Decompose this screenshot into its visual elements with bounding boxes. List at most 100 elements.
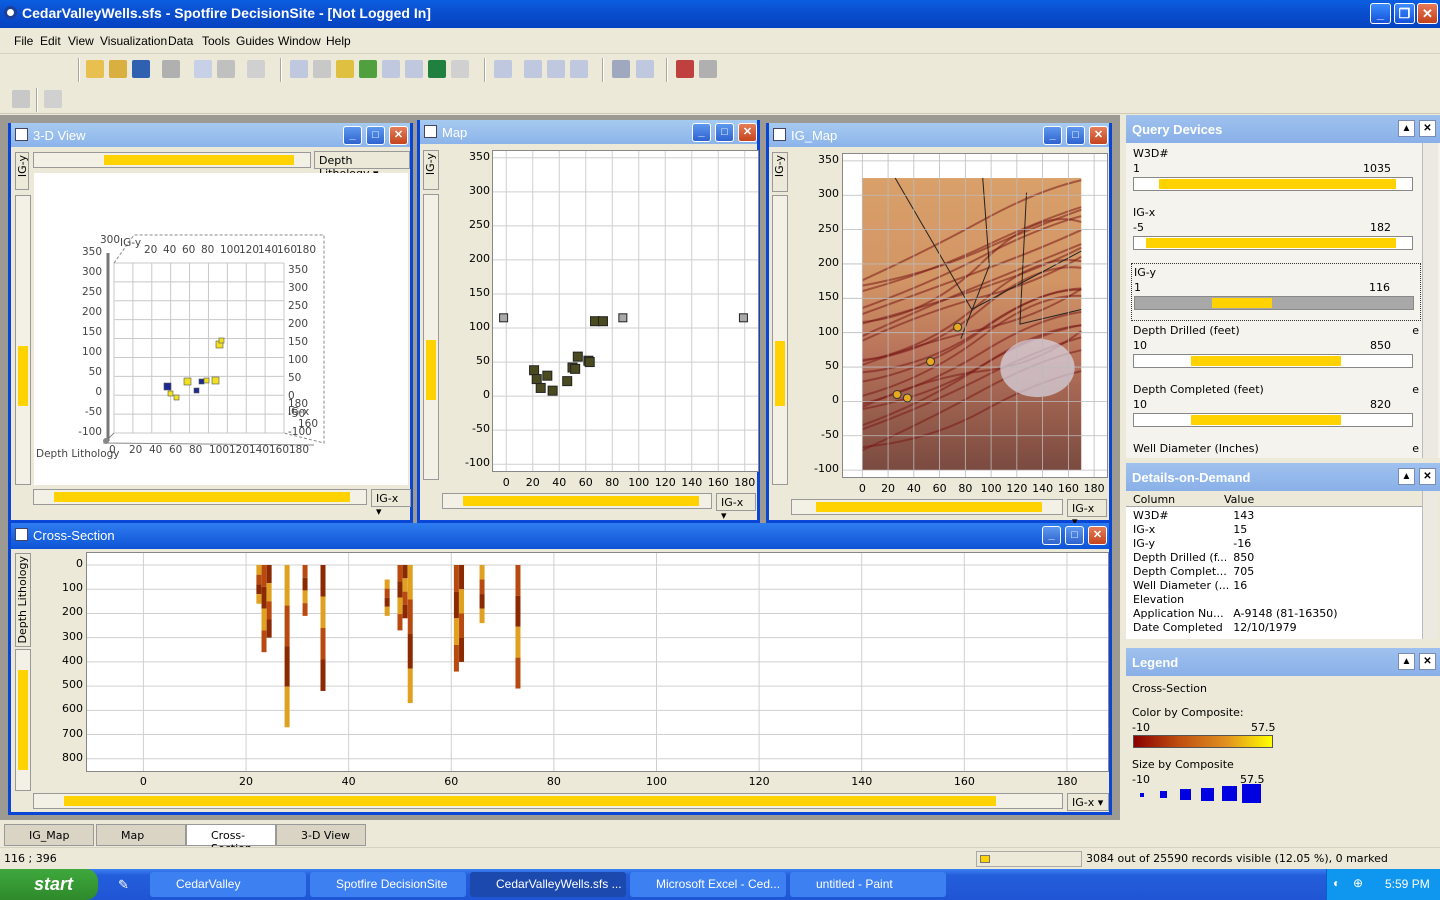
x-slider[interactable]	[33, 489, 367, 505]
col-header-column[interactable]: Column	[1133, 493, 1175, 506]
properties-icon[interactable]	[612, 60, 630, 78]
pie-chart-icon[interactable]	[359, 60, 377, 78]
task-excel[interactable]: Microsoft Excel - Ced...	[630, 872, 786, 897]
line-chart-icon[interactable]	[382, 60, 400, 78]
x-slider[interactable]	[442, 493, 712, 509]
heat-map-icon[interactable]	[428, 60, 446, 78]
range-slider[interactable]	[1133, 413, 1413, 427]
ig-map-plot-area[interactable]	[842, 153, 1108, 478]
y-axis-selector[interactable]: IG-y	[772, 152, 788, 192]
y-axis-selector[interactable]: Depth Lithology	[15, 553, 31, 647]
x-slider[interactable]	[33, 793, 1063, 809]
y-axis-selector[interactable]: IG-y	[15, 152, 29, 190]
cascade-icon[interactable]	[524, 60, 542, 78]
slider-range[interactable]	[64, 796, 996, 806]
y-slider[interactable]	[772, 195, 788, 485]
range-slider[interactable]	[1133, 236, 1413, 250]
slider-range[interactable]	[426, 340, 436, 400]
task-spotfire[interactable]: Spotfire DecisionSite	[310, 872, 466, 897]
home-icon[interactable]	[44, 90, 62, 108]
slider-range[interactable]	[18, 346, 28, 406]
maximize-button[interactable]: □	[1065, 526, 1084, 545]
slider-range[interactable]	[775, 341, 785, 406]
maximize-button[interactable]: □	[715, 123, 734, 142]
task-cedarvalleywells[interactable]: CedarValleyWells.sfs ...	[470, 872, 626, 897]
menu-tools[interactable]: Tools	[202, 34, 230, 48]
tab-map[interactable]: Map	[96, 824, 186, 846]
copy-icon[interactable]	[194, 60, 212, 78]
slider-range[interactable]	[54, 492, 350, 502]
query-device[interactable]: W3D# 1 1035	[1131, 145, 1421, 203]
layout-icon[interactable]	[494, 60, 512, 78]
collapse-button[interactable]: ▲	[1398, 120, 1415, 137]
x-axis-selector[interactable]: IG-x ▾	[1067, 499, 1107, 528]
slider-range[interactable]	[18, 670, 28, 770]
x-axis-selector[interactable]: IG-x ▾	[371, 489, 411, 518]
close-button[interactable]: ✕	[1419, 120, 1436, 137]
x-axis-selector[interactable]: IG-x ▾	[716, 493, 756, 522]
details-icon[interactable]	[636, 60, 654, 78]
range-slider[interactable]	[1133, 177, 1413, 191]
task-paint[interactable]: untitled - Paint	[790, 872, 946, 897]
query-device[interactable]: Well Diameter (Inches) e	[1131, 440, 1421, 458]
tile-horizontal-icon[interactable]	[570, 60, 588, 78]
details-scrollbar[interactable]	[1422, 491, 1438, 639]
save-icon[interactable]	[132, 60, 150, 78]
minimize-button[interactable]: _	[1043, 126, 1062, 145]
maximize-button[interactable]: □	[1066, 126, 1085, 145]
menu-guides[interactable]: Guides	[236, 34, 274, 48]
menu-file[interactable]: File	[14, 34, 33, 48]
qd-scrollbar[interactable]	[1422, 143, 1438, 458]
menu-window[interactable]: Window	[278, 34, 321, 48]
slider-range[interactable]	[816, 502, 1042, 512]
y-slider[interactable]	[15, 195, 31, 485]
restore-button[interactable]: ❐	[1394, 3, 1415, 24]
close-button[interactable]: ✕	[1419, 653, 1436, 670]
unmark-icon[interactable]	[699, 60, 717, 78]
cross-section-plot-area[interactable]	[86, 552, 1109, 772]
task-cedarvalley[interactable]: CedarValley	[150, 872, 306, 897]
y-slider[interactable]	[423, 194, 439, 480]
bar-chart-icon[interactable]	[336, 60, 354, 78]
open-folder-icon[interactable]	[86, 60, 104, 78]
slider-range[interactable]	[1158, 179, 1396, 189]
details-row[interactable]: Application Nu... A-9148 (81-16350)	[1131, 606, 1340, 620]
slider-range[interactable]	[1212, 298, 1272, 308]
range-slider[interactable]	[1133, 354, 1413, 368]
x-axis-selector[interactable]: IG-x ▾	[1067, 793, 1109, 811]
maximize-button[interactable]: □	[366, 126, 385, 145]
details-row[interactable]: Date Completed 12/10/1979	[1131, 620, 1340, 634]
query-device[interactable]: IG-y 1 116	[1131, 263, 1421, 321]
close-button[interactable]: ✕	[389, 126, 408, 145]
minimize-button[interactable]: _	[1370, 3, 1391, 24]
tab-3d-view[interactable]: 3-D View	[276, 824, 366, 846]
minimize-button[interactable]: _	[1042, 526, 1061, 545]
query-device[interactable]: Depth Completed (feet) e 10 820	[1131, 381, 1421, 439]
details-row[interactable]: Well Diameter (... 16	[1131, 578, 1340, 592]
details-row[interactable]: Depth Complet... 705	[1131, 564, 1340, 578]
menu-help[interactable]: Help	[326, 34, 351, 48]
slider-range[interactable]	[463, 496, 699, 506]
collapse-button[interactable]: ▲	[1398, 468, 1415, 485]
menu-view[interactable]: View	[68, 34, 94, 48]
close-button[interactable]: ✕	[1419, 468, 1436, 485]
range-slider[interactable]	[1134, 296, 1414, 310]
undo-icon[interactable]	[247, 60, 265, 78]
network-icon[interactable]: ◐	[1333, 876, 1340, 890]
details-row[interactable]: IG-x 15	[1131, 522, 1340, 536]
y-slider[interactable]	[15, 649, 31, 791]
color-slider[interactable]	[33, 152, 311, 168]
details-row[interactable]: Elevation	[1131, 592, 1340, 606]
close-button[interactable]: ✕	[738, 123, 757, 142]
3d-scatter-icon[interactable]	[313, 60, 331, 78]
profile-chart-icon[interactable]	[405, 60, 423, 78]
details-row[interactable]: W3D# 143	[1131, 508, 1340, 522]
details-row[interactable]: Depth Drilled (f... 850	[1131, 550, 1340, 564]
slider-range[interactable]	[104, 155, 294, 165]
table-icon[interactable]	[451, 60, 469, 78]
query-device[interactable]: Depth Drilled (feet) e 10 850	[1131, 322, 1421, 380]
map-plot-area[interactable]	[492, 150, 759, 472]
slider-range[interactable]	[1146, 238, 1396, 248]
collapse-button[interactable]: ▲	[1398, 653, 1415, 670]
print-icon[interactable]	[162, 60, 180, 78]
